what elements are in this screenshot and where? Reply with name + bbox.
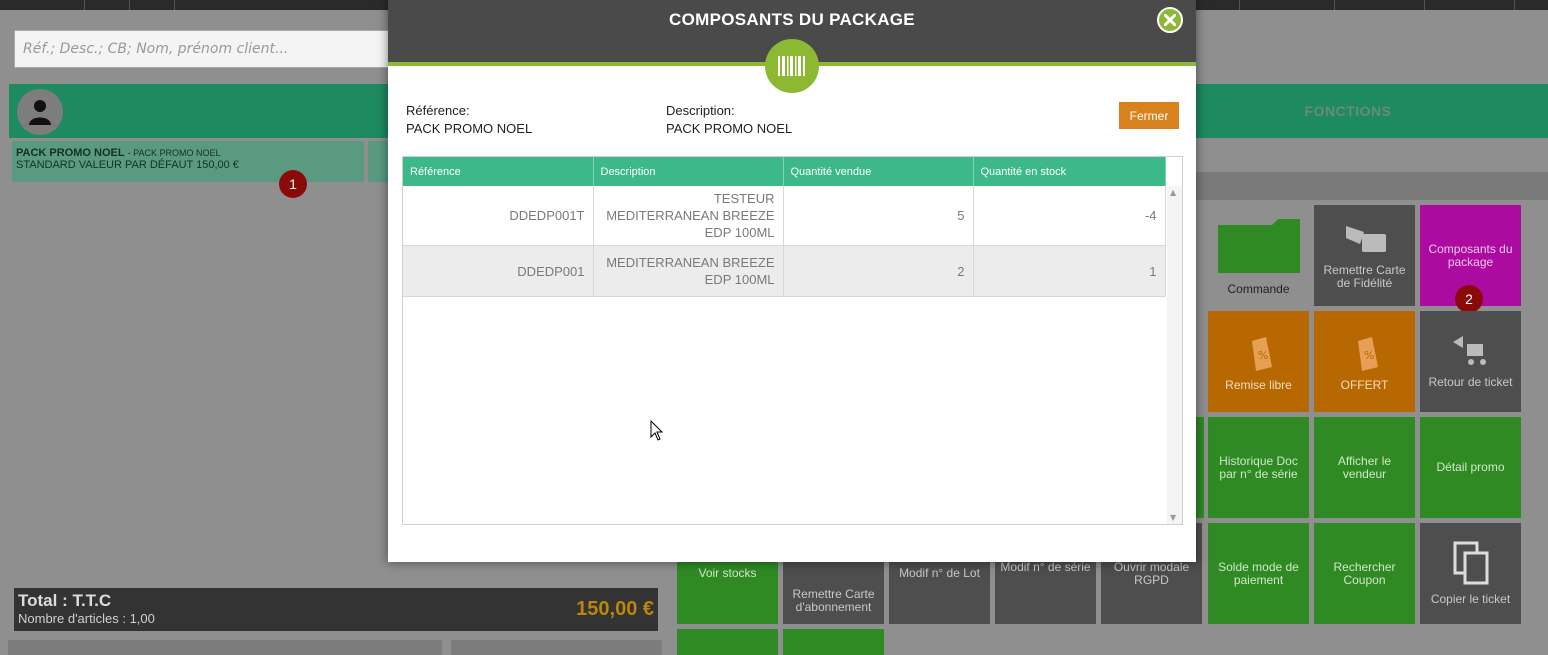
offert-label: OFFERT	[1340, 378, 1389, 392]
cell-description: MEDITERRANEAN BREEZE EDP 100ML	[593, 245, 784, 297]
cell-quantity-sold: 2	[783, 245, 974, 297]
column-header-description[interactable]: Description	[593, 157, 784, 186]
search-box	[14, 30, 399, 68]
bottom-panel-right[interactable]	[451, 640, 662, 655]
solde-mode-paiement-tile[interactable]: Solde mode de paiement	[1208, 523, 1309, 624]
step-badge-1: 1	[279, 170, 307, 198]
modif-serie-label: Modif n° de série	[1000, 560, 1091, 574]
top-bar-segment	[1380, 0, 1425, 10]
table-row[interactable]: DDEDP001 MEDITERRANEAN BREEZE EDP 100ML …	[403, 245, 1166, 297]
detail-promo-tile[interactable]: Détail promo	[1420, 417, 1521, 518]
ticket-line-item[interactable]: PACK PROMO NOEL - PACK PROMO NOEL STANDA…	[12, 141, 364, 182]
svg-text:%: %	[1258, 349, 1268, 362]
cell-reference: DDEDP001T	[403, 186, 594, 246]
top-bar-segment	[1290, 0, 1335, 10]
user-icon	[29, 100, 51, 125]
afficher-vendeur-tile[interactable]: Afficher le vendeur	[1314, 417, 1415, 518]
composants-package-label: Composants du package	[1428, 241, 1513, 269]
cell-reference: DDEDP001	[403, 245, 594, 297]
table-scrollbar[interactable]: ▲ ▼	[1167, 186, 1182, 524]
step-badge-2: 2	[1455, 285, 1483, 313]
modif-lot-label: Modif n° de Lot	[899, 566, 980, 580]
fermer-button[interactable]: Fermer	[1119, 102, 1179, 129]
line-item-subtitle: PACK PROMO NOEL	[133, 148, 221, 158]
table-row[interactable]: DDEDP001T TESTEUR MEDITERRANEAN BREEZE E…	[403, 186, 1166, 246]
description-label: Description:	[666, 103, 735, 118]
top-bar-segment	[85, 0, 130, 10]
remettre-carte-abonnement-label: Remettre Carte d'abonnement	[792, 587, 875, 614]
extra-tile[interactable]	[783, 629, 884, 655]
description-info: Description: PACK PROMO NOEL	[666, 102, 792, 138]
article-count: Nombre d'articles : 1,00	[18, 611, 155, 626]
rechercher-coupon-tile[interactable]: Rechercher Coupon	[1314, 523, 1415, 624]
return-cart-icon	[1452, 336, 1486, 365]
scroll-up-icon[interactable]: ▲	[1170, 188, 1176, 197]
column-header-quantity-sold[interactable]: Quantité vendue	[783, 157, 974, 186]
total-label: Total : T.T.C	[18, 591, 112, 610]
commande-tile[interactable]: Commande	[1208, 205, 1309, 306]
ouvrir-rgpd-label: Ouvrir modale RGPD	[1113, 560, 1190, 587]
cell-quantity-stock: 1	[973, 245, 1166, 297]
retour-ticket-label: Retour de ticket	[1428, 375, 1513, 389]
customer-avatar-button[interactable]	[17, 89, 63, 135]
top-bar-segment	[1470, 0, 1515, 10]
line-item-title-row: PACK PROMO NOEL - PACK PROMO NOEL	[16, 147, 360, 159]
discount-tag-icon: %	[1357, 337, 1378, 371]
bottom-panel-left	[8, 640, 442, 655]
reference-label: Référence:	[406, 103, 470, 118]
rechercher-coupon-label: Rechercher Coupon	[1333, 559, 1396, 587]
components-table: Référence Description Quantité vendue Qu…	[402, 156, 1183, 525]
partial-tile[interactable]	[1196, 417, 1204, 518]
afficher-vendeur-label: Afficher le vendeur	[1337, 453, 1392, 481]
remettre-carte-fidelite-tile[interactable]: Remettre Carte de Fidélité	[1314, 205, 1415, 306]
historique-doc-tile[interactable]: Historique Doc par n° de série	[1208, 417, 1309, 518]
fonctions-tab[interactable]: FONCTIONS	[1196, 84, 1500, 138]
line-item-title: PACK PROMO NOEL	[16, 147, 125, 159]
remise-libre-label: Remise libre	[1225, 378, 1292, 392]
mouse-cursor-icon	[650, 420, 664, 441]
modal-title: COMPOSANTS DU PACKAGE	[669, 10, 915, 29]
commande-label: Commande	[1227, 282, 1290, 296]
modal-close-button[interactable]	[1157, 7, 1183, 33]
total-amount: 150,00 €	[576, 598, 654, 620]
svg-text:%: %	[1364, 349, 1374, 362]
column-header-reference[interactable]: Référence	[403, 157, 594, 186]
scroll-down-icon[interactable]: ▼	[1170, 513, 1176, 522]
extra-tile[interactable]	[677, 629, 778, 655]
barcode-icon	[778, 56, 805, 76]
cell-quantity-sold: 5	[783, 186, 974, 246]
remise-libre-tile[interactable]: % Remise libre	[1208, 311, 1309, 412]
functions-subheader	[1196, 172, 1548, 200]
description-value: PACK PROMO NOEL	[666, 121, 793, 136]
components-table-grid: Référence Description Quantité vendue Qu…	[403, 157, 1166, 297]
search-input[interactable]	[15, 31, 398, 67]
remettre-carte-fidelite-label: Remettre Carte de Fidélité	[1323, 262, 1406, 290]
historique-doc-label: Historique Doc par n° de série	[1219, 453, 1298, 481]
column-header-quantity-stock[interactable]: Quantité en stock	[973, 157, 1166, 186]
discount-tag-icon: %	[1251, 337, 1272, 371]
cell-quantity-stock: -4	[973, 186, 1166, 246]
top-bar-segment	[130, 0, 175, 10]
line-item-details: STANDARD VALEUR PAR DÉFAUT 150,00 €	[16, 159, 239, 171]
top-bar-segment	[40, 0, 85, 10]
folder-icon	[1217, 219, 1300, 273]
reference-info: Référence: PACK PROMO NOEL	[406, 102, 532, 138]
copier-ticket-tile[interactable]: Copier le ticket	[1420, 523, 1521, 624]
cell-description: TESTEUR MEDITERRANEAN BREEZE EDP 100ML	[593, 186, 784, 246]
solde-mode-paiement-label: Solde mode de paiement	[1218, 559, 1299, 587]
barcode-badge	[765, 39, 819, 93]
close-icon	[1164, 14, 1176, 26]
retour-ticket-tile[interactable]: Retour de ticket	[1420, 311, 1521, 412]
total-bar: Total : T.T.C Nombre d'articles : 1,00 1…	[14, 588, 658, 631]
detail-promo-label: Détail promo	[1436, 460, 1505, 474]
reference-value: PACK PROMO NOEL	[406, 121, 533, 136]
copier-ticket-label: Copier le ticket	[1430, 592, 1511, 606]
table-header-row: Référence Description Quantité vendue Qu…	[403, 157, 1166, 186]
copy-icon	[1453, 541, 1488, 585]
offert-tile[interactable]: % OFFERT	[1314, 311, 1415, 412]
card-icon	[1345, 225, 1386, 252]
voir-stocks-label: Voir stocks	[698, 566, 757, 580]
package-components-modal: COMPOSANTS DU PACKAGE Référence: PACK PR…	[388, 0, 1196, 562]
top-bar-segment	[1200, 0, 1240, 10]
